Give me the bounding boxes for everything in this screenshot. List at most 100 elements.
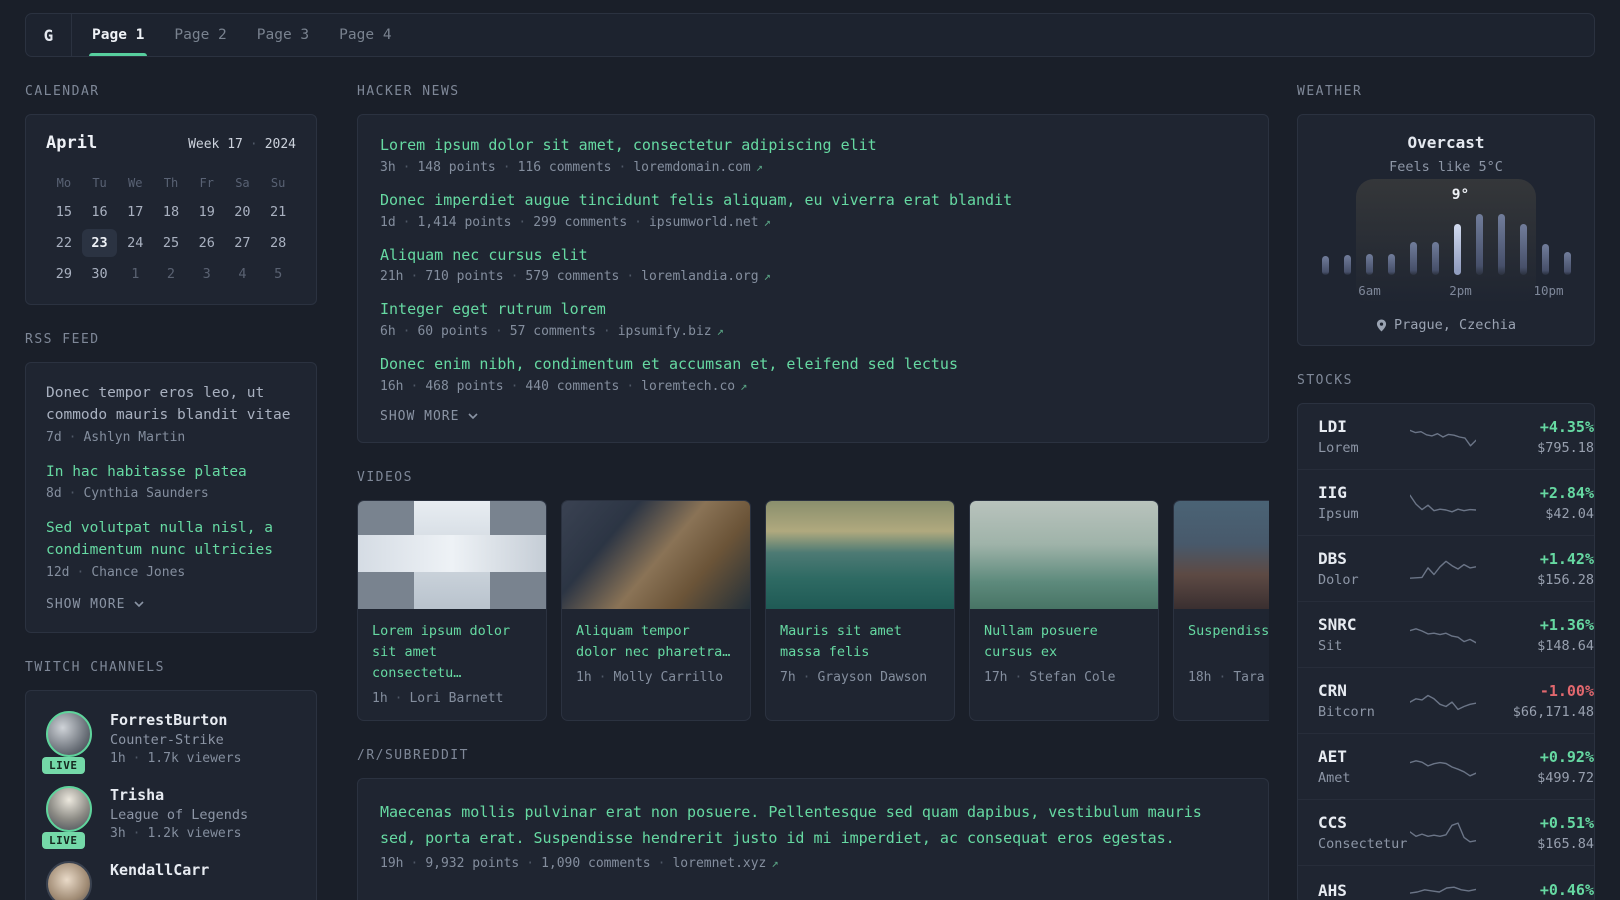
video-title-link[interactable]: Suspendisse diam <box>1188 621 1269 663</box>
twitch-section-label: TWITCH CHANNELS <box>25 659 165 675</box>
stock-row[interactable]: CCS Consectetur +0.51% $165.84 <box>1298 799 1594 865</box>
video-meta: 18h · Tara <box>1188 670 1269 685</box>
stock-change: +1.42% <box>1539 549 1594 568</box>
calendar-widget: April Week 17 · 2024 Mo Tu We Th Fr Sa Su … <box>25 114 317 305</box>
reddit-post-link[interactable]: Maecenas mollis pulvinar erat non posuer… <box>380 799 1246 852</box>
avatar: LIVE <box>42 785 94 849</box>
hn-title-link[interactable]: Lorem ipsum dolor sit amet, consectetur … <box>380 135 1246 157</box>
external-link-icon: ↗ <box>716 324 724 338</box>
weather-chart: 9° 6am 2pm 10pm <box>1321 179 1571 304</box>
stock-row[interactable]: AHS +0.46% <box>1298 865 1594 900</box>
weekday-label: Fr <box>199 176 214 190</box>
weather-bar <box>1387 254 1395 275</box>
calendar-day: 29 <box>55 266 72 282</box>
video-card[interactable]: Suspendisse diam 18h · Tara <box>1173 499 1269 721</box>
twitch-channel-row[interactable]: LIVE ForrestBurton Counter-Strike 1h · 1.7… <box>42 710 296 774</box>
external-link-icon: ↗ <box>763 214 771 229</box>
calendar-section-label: CALENDAR <box>25 84 100 99</box>
hn-domain-link[interactable]: loremlandia.org <box>641 269 758 284</box>
channel-info: KendallCarr <box>110 861 209 900</box>
dot-separator: · <box>634 214 642 230</box>
video-age: 1h <box>576 669 592 685</box>
hn-time: 1d <box>380 214 396 230</box>
hn-points: 60 points <box>417 324 488 339</box>
stream-uptime: 3h <box>110 825 126 841</box>
hn-domain-link[interactable]: ipsumify.biz <box>618 324 712 339</box>
stock-row[interactable]: IIG Ipsum +2.84% $42.04 <box>1298 469 1594 535</box>
weather-bar <box>1541 244 1549 275</box>
app-logo[interactable]: G <box>26 14 72 56</box>
video-card[interactable]: Lorem ipsum dolor sit amet consectetu… 1… <box>357 499 547 721</box>
video-card[interactable]: Aliquam tempor dolor nec pharetra… 1h · Mo… <box>561 499 751 721</box>
post-points: 9,932 points <box>425 856 520 872</box>
external-link-icon: ↗ <box>771 856 779 871</box>
calendar-day: 24 <box>127 235 144 251</box>
reddit-post-meta: 19h · 9,932 points · 1,090 comments · loremnet… <box>380 856 1246 871</box>
video-card[interactable]: Mauris sit amet massa felis 7h · Grayson D… <box>765 499 955 721</box>
calendar-day: 27 <box>234 235 251 251</box>
video-age: 1h <box>372 690 388 706</box>
hn-points: 148 points <box>417 159 496 175</box>
calendar-day: 28 <box>270 235 287 251</box>
tab-page-2[interactable]: Page 2 <box>174 14 226 56</box>
stock-change: +0.51% <box>1539 813 1594 832</box>
hackernews-widget: Lorem ipsum dolor sit amet, consectetur … <box>357 114 1269 443</box>
external-link-icon: ↗ <box>755 159 763 174</box>
twitch-channel-row[interactable]: LIVE KendallCarr <box>46 860 296 900</box>
stock-row[interactable]: SNRC Sit +1.36% $148.64 <box>1298 601 1594 667</box>
stock-name: Bitcorn <box>1318 704 1375 720</box>
weather-bar <box>1497 214 1505 275</box>
channel-game: Counter-Strike <box>110 731 224 748</box>
hn-title-link[interactable]: Donec enim nibh, condimentum et accumsan… <box>380 354 1246 376</box>
stock-values: +2.84% $42.04 <box>1476 484 1594 522</box>
tab-page-3[interactable]: Page 3 <box>257 14 309 56</box>
live-badge: LIVE <box>42 756 85 774</box>
dot-separator: · <box>802 669 811 685</box>
rss-item-link[interactable]: Sed volutpat nulla nisl, a condimentum n… <box>46 518 296 562</box>
dot-separator: · <box>410 856 419 872</box>
video-title-link[interactable]: Mauris sit amet massa felis <box>780 621 940 663</box>
hn-comments: 57 comments <box>509 324 596 339</box>
weather-bar <box>1563 252 1571 275</box>
weather-bar <box>1409 242 1417 275</box>
stock-id: AHS <box>1318 881 1410 900</box>
video-card[interactable]: Nullam posuere cursus ex 17h · Stefan Cole <box>969 499 1159 721</box>
calendar-day: 17 <box>127 204 144 220</box>
stock-values: +1.42% $156.28 <box>1476 550 1594 588</box>
video-age: 7h <box>780 669 796 685</box>
weekday-label: Su <box>270 176 286 190</box>
hn-item: Donec enim nibh, condimentum et accumsan… <box>380 354 1246 394</box>
hn-domain-link[interactable]: ipsumworld.net <box>649 215 759 230</box>
stock-ticker: AET <box>1318 747 1347 766</box>
video-title-link[interactable]: Nullam posuere cursus ex <box>984 621 1144 663</box>
video-title-link[interactable]: Lorem ipsum dolor sit amet consectetu… <box>372 621 532 684</box>
stock-row[interactable]: CRN Bitcorn -1.00% $66,171.48 <box>1298 667 1594 733</box>
tab-page-1[interactable]: Page 1 <box>88 14 148 56</box>
stock-sparkline <box>1410 886 1476 894</box>
hn-domain-link[interactable]: loremtech.co <box>641 379 735 394</box>
hackernews-section-label: HACKER NEWS <box>357 84 460 99</box>
post-comments: 1,090 comments <box>541 856 651 872</box>
hn-domain-link[interactable]: loremdomain.com <box>633 160 750 175</box>
stocks-widget: LDI Lorem +4.35% $795.18 IIG Ipsum +2.84… <box>1297 403 1595 900</box>
rss-item-link[interactable]: In hac habitasse platea <box>46 462 296 484</box>
stock-row[interactable]: DBS Dolor +1.42% $156.28 <box>1298 535 1594 601</box>
hn-title-link[interactable]: Integer eget rutrum lorem <box>380 299 1246 321</box>
hn-show-more-button[interactable]: SHOW MORE <box>380 409 1246 424</box>
tab-page-4[interactable]: Page 4 <box>339 14 391 56</box>
stock-row[interactable]: LDI Lorem +4.35% $795.18 <box>1298 404 1594 469</box>
rss-show-more-button[interactable]: SHOW MORE <box>46 597 296 612</box>
dot-separator: · <box>518 214 527 230</box>
calendar-day: 30 <box>91 266 108 282</box>
hn-title-link[interactable]: Aliquam nec cursus elit <box>380 245 1246 267</box>
video-info: Lorem ipsum dolor sit amet consectetu… 1… <box>358 609 546 720</box>
twitch-channel-row[interactable]: LIVE Trisha League of Legends 3h · 1.2k vi… <box>42 785 296 849</box>
weather-hour-labels: 6am 2pm 10pm <box>1322 283 1571 301</box>
hn-title-link[interactable]: Donec imperdiet augue tincidunt felis al… <box>380 190 1246 212</box>
stock-row[interactable]: AET Amet +0.92% $499.72 <box>1298 733 1594 799</box>
hn-points: 710 points <box>425 269 504 285</box>
stock-price: $795.18 <box>1537 439 1594 456</box>
rss-item-link[interactable]: Donec tempor eros leo, ut commodo mauris… <box>46 383 296 427</box>
post-domain-link[interactable]: loremnet.xyz <box>672 856 766 871</box>
video-title-link[interactable]: Aliquam tempor dolor nec pharetra… <box>576 621 736 663</box>
